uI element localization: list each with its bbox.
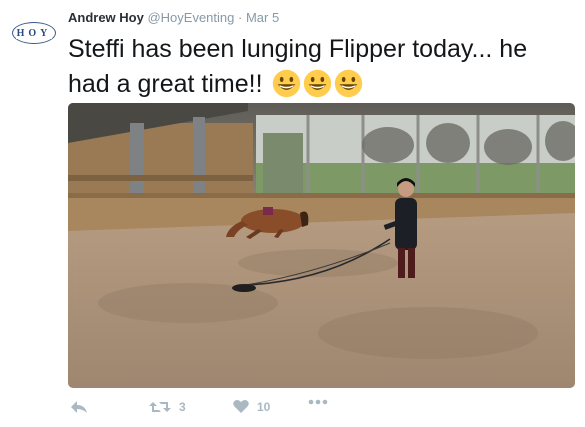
retweet-button[interactable]: 3 bbox=[149, 399, 186, 415]
retweet-count: 3 bbox=[179, 400, 186, 414]
tweet-date[interactable]: Mar 5 bbox=[246, 10, 279, 25]
more-button[interactable] bbox=[308, 399, 328, 405]
reply-icon bbox=[70, 399, 88, 415]
separator: · bbox=[238, 10, 243, 25]
grinning-face-emoji-icon bbox=[272, 69, 301, 98]
more-icon bbox=[308, 399, 328, 405]
author-name[interactable]: Andrew Hoy bbox=[68, 10, 144, 25]
reply-button[interactable] bbox=[70, 399, 88, 415]
indoor-arena-photo bbox=[68, 103, 575, 388]
avatar-logo-text: HOY bbox=[15, 27, 53, 39]
like-count: 10 bbox=[257, 399, 271, 414]
tweet-text: Steffi has been lunging Flipper today...… bbox=[68, 32, 568, 102]
grinning-face-emoji-icon bbox=[334, 69, 363, 98]
tweet-header: Andrew Hoy @HoyEventing · Mar 5 bbox=[68, 10, 279, 25]
grinning-face-emoji-icon bbox=[303, 69, 332, 98]
author-handle[interactable]: @HoyEventing bbox=[147, 10, 234, 25]
tweet-photo[interactable] bbox=[68, 103, 575, 388]
like-button[interactable]: 10 bbox=[233, 399, 270, 414]
heart-icon bbox=[233, 399, 249, 414]
tweet-actions: 3 10 bbox=[68, 399, 368, 421]
retweet-icon bbox=[149, 399, 171, 415]
avatar[interactable]: HOY bbox=[12, 22, 56, 44]
